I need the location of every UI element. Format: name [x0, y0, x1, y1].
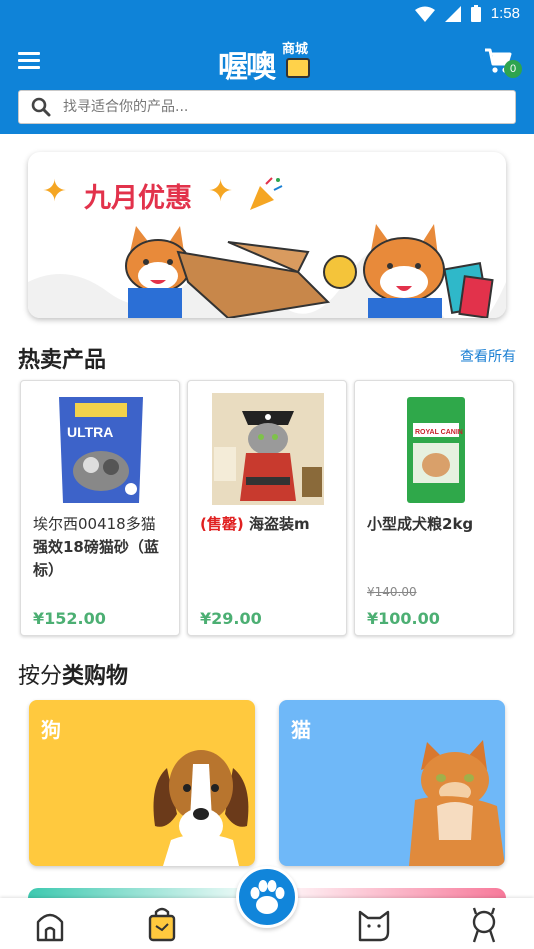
shop-bag-icon: [148, 907, 176, 942]
see-all-link[interactable]: 查看所有: [460, 346, 516, 366]
product-image: ULTRA: [59, 397, 143, 503]
nav-cat[interactable]: [354, 904, 394, 944]
home-icon: [36, 913, 64, 942]
product-card[interactable]: ROYAL CANIN 小型成犬粮2kg ¥140.00 ¥100.00: [354, 380, 514, 636]
category-label: 狗: [41, 718, 61, 742]
product-name-line2: 强效18磅猫砂（蓝标）: [33, 538, 159, 579]
product-card[interactable]: ULTRA 埃尔西00418多猫 强效18磅猫砂（蓝标） ¥152.00: [20, 380, 180, 636]
category-dog[interactable]: 狗: [29, 700, 255, 866]
logo-bag-icon: [286, 58, 310, 78]
status-bar: 1:58: [0, 0, 534, 30]
shiba-illustration: [28, 224, 506, 318]
sparkle-icon: ✦: [208, 174, 234, 209]
sold-out-tag: (售罄): [200, 515, 244, 533]
paw-center-button[interactable]: [236, 866, 298, 928]
user-icon: [472, 907, 496, 943]
nav-profile[interactable]: [464, 904, 504, 944]
product-price: ¥29.00: [200, 609, 262, 628]
cart-button[interactable]: 0: [484, 48, 522, 78]
promo-banner[interactable]: ✦ 九月优惠 ✦: [28, 152, 506, 318]
hot-products-title: 热卖产品: [18, 348, 107, 373]
product-image-text: ULTRA: [67, 424, 113, 440]
product-image: ROYAL CANIN: [407, 397, 465, 503]
dog-image: [153, 750, 249, 866]
product-name: 小型成犬粮2kg: [367, 513, 507, 536]
product-name-text: 小型成犬粮2kg: [367, 515, 474, 533]
app-logo: 喔噢 商城: [218, 38, 318, 85]
status-icons: 1:58: [414, 5, 520, 22]
logo-main-text: 喔噢: [218, 50, 276, 85]
banner-title: 九月优惠: [84, 183, 192, 214]
product-name-text: 海盗装m: [243, 515, 310, 533]
search-icon[interactable]: [19, 91, 63, 123]
product-price: ¥100.00: [367, 609, 440, 628]
paw-icon: [250, 880, 285, 914]
cart-count-badge: 0: [504, 60, 522, 78]
categories-title: 按分类购物: [18, 658, 128, 690]
sparkle-icon: ✦: [42, 174, 68, 209]
logo-sub-text: 商城: [282, 42, 309, 57]
cat-image: [409, 740, 505, 866]
product-image-text: ROYAL CANIN: [415, 429, 463, 436]
search-input[interactable]: [63, 91, 515, 123]
status-time: 1:58: [490, 5, 520, 22]
product-price: ¥152.00: [33, 609, 106, 628]
party-popper-icon: [250, 177, 283, 210]
product-name-line1: 埃尔西00418多猫: [33, 515, 156, 533]
wifi-icon: [414, 6, 435, 22]
product-list: ULTRA 埃尔西00418多猫 强效18磅猫砂（蓝标） ¥152.00 (售罄…: [20, 380, 516, 638]
product-old-price: ¥140.00: [367, 585, 417, 599]
product-card[interactable]: (售罄) 海盗装m ¥29.00: [187, 380, 347, 636]
category-label: 猫: [291, 718, 311, 742]
categories-title-part1: 按分: [18, 664, 63, 689]
app-header: 喔噢 商城 0: [0, 30, 534, 134]
main-content: ✦ 九月优惠 ✦ 热卖产品 查看所有 ULTRA 埃尔西00418多猫 强效18…: [0, 134, 534, 898]
cat-icon: [358, 910, 390, 942]
signal-icon: [444, 5, 461, 22]
product-name: 埃尔西00418多猫 强效18磅猫砂（蓝标）: [33, 513, 173, 582]
category-cat[interactable]: 猫: [279, 700, 505, 866]
product-image: [212, 393, 324, 505]
categories-title-part2: 类购物: [62, 664, 129, 689]
menu-button[interactable]: [18, 52, 40, 70]
battery-icon: [470, 5, 481, 22]
product-name: (售罄) 海盗装m: [200, 513, 340, 536]
nav-home[interactable]: [30, 904, 70, 944]
search-bar: [18, 90, 516, 124]
nav-shop[interactable]: [142, 904, 182, 944]
